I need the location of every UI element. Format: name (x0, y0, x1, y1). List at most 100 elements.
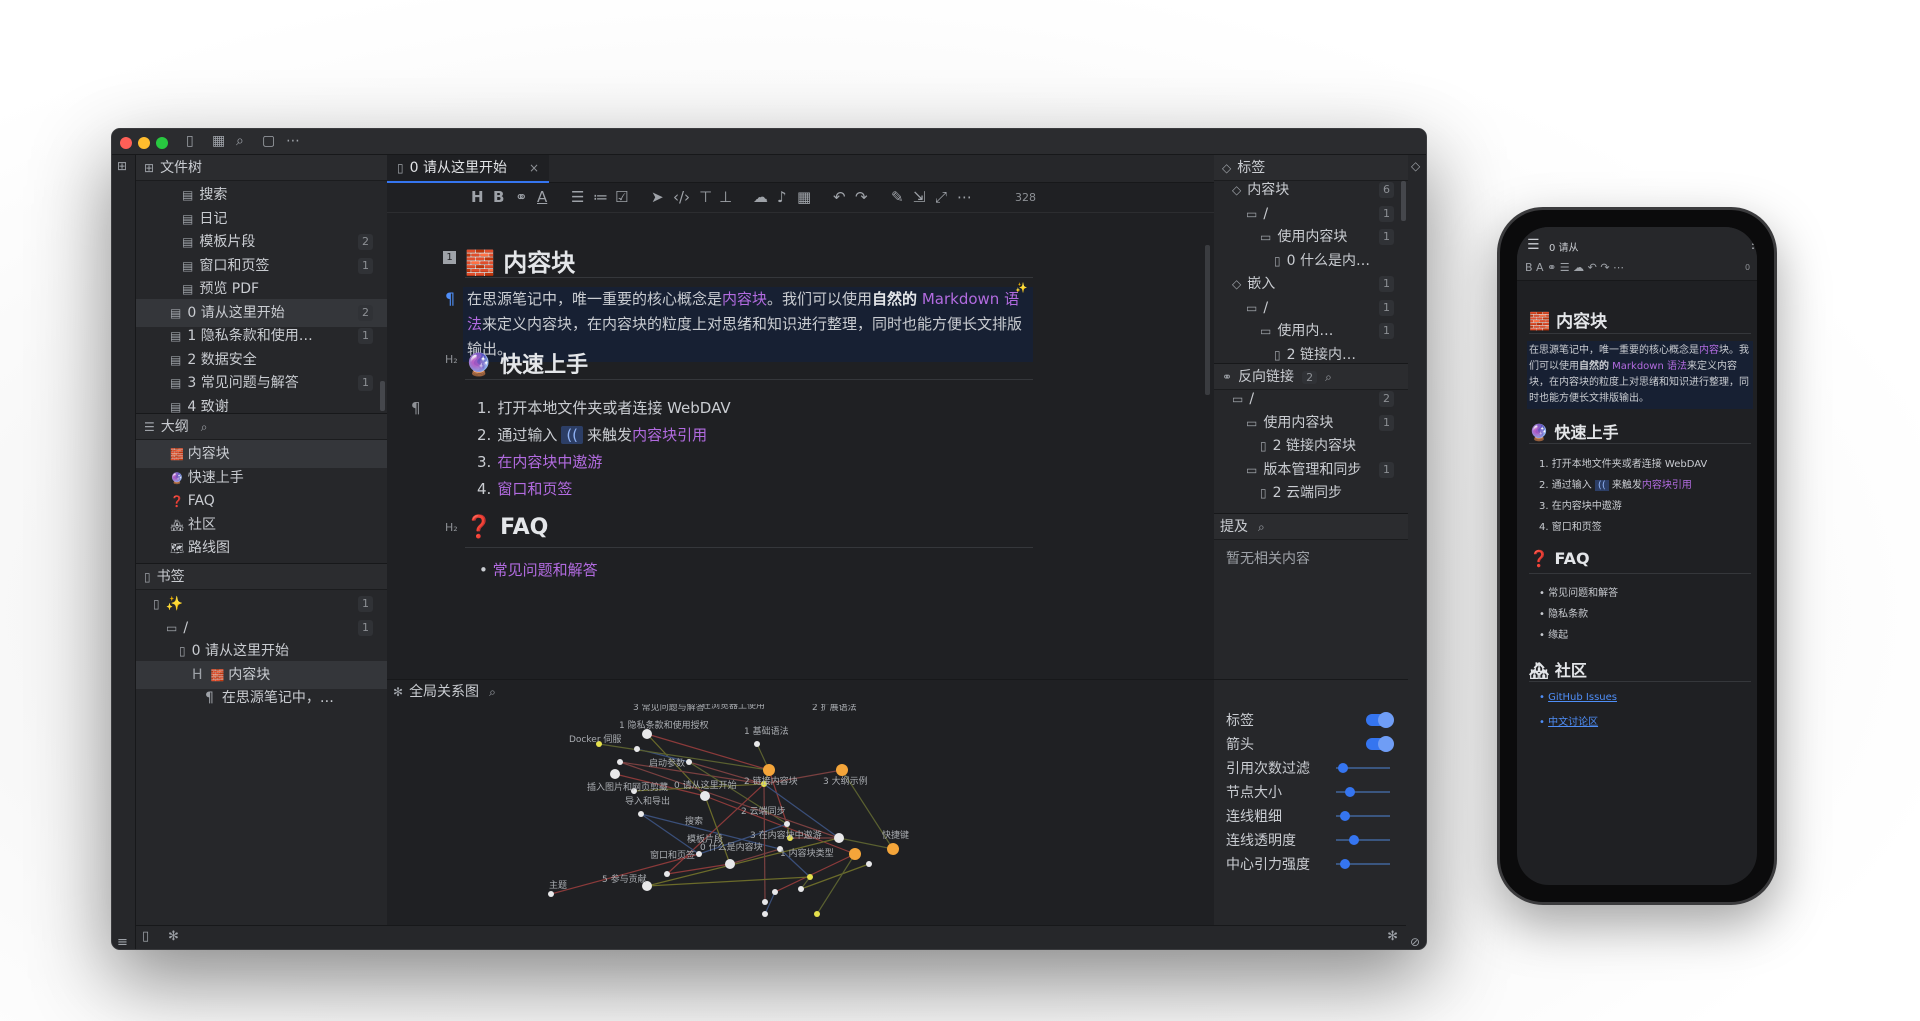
bold-icon[interactable]: B (493, 188, 504, 206)
redo-icon[interactable]: ↷ (855, 188, 868, 206)
code-icon[interactable]: ‹/› (673, 188, 690, 206)
phone-faq-item-3[interactable]: • 缘起 (1539, 626, 1568, 641)
graph-node[interactable] (866, 861, 872, 867)
phone-menu-icon[interactable]: ☰ (1527, 237, 1540, 253)
graph-slider[interactable] (1336, 811, 1390, 821)
slider-knob[interactable] (1340, 859, 1351, 869)
export-icon[interactable]: ⇲ (913, 188, 926, 206)
tags-scrollbar[interactable] (1401, 181, 1406, 221)
graph-slider[interactable] (1336, 763, 1390, 773)
upload-icon[interactable]: ☁ (753, 188, 768, 206)
settings-status-icon[interactable]: ✻ (1387, 929, 1398, 944)
tree-item[interactable]: ▯ 2 链接内… (1214, 341, 1408, 364)
arrows-toggle[interactable] (1366, 736, 1394, 752)
align-bottom-icon[interactable]: ⊥ (719, 188, 732, 206)
slider-knob[interactable] (1349, 835, 1360, 845)
phone-faq-item-1[interactable]: • 常见问题和解答 (1539, 584, 1618, 599)
graph-node[interactable] (836, 764, 848, 776)
mentions-search-icon[interactable]: ⌕ (1258, 514, 1265, 540)
tag-dock-icon[interactable]: ◇ (1411, 159, 1420, 173)
phone-forum-link[interactable]: 中文讨论区 (1548, 717, 1598, 728)
graph-node[interactable] (814, 911, 820, 917)
graph-node[interactable] (763, 764, 775, 776)
quickstart-list-item[interactable]: 3. 在内容块中遨游 (477, 451, 602, 472)
phone-list-item-3[interactable]: 3. 在内容块中遨游 (1539, 497, 1622, 512)
more-icon[interactable]: ⋯ (957, 188, 972, 206)
quickstart-list-item[interactable]: 1. 打开本地文件夹或者连接 WebDAV (477, 397, 731, 418)
microphone-icon[interactable]: ♪ (777, 188, 787, 206)
outline-item[interactable]: 🗺 路线图 (136, 534, 387, 562)
graph-node[interactable] (849, 848, 861, 860)
graph-node[interactable] (664, 871, 670, 877)
faq-link[interactable]: 常见问题和解答 (493, 561, 598, 579)
close-window-button[interactable] (120, 137, 132, 149)
undo-icon[interactable]: ↶ (833, 188, 846, 206)
slider-knob[interactable] (1344, 787, 1355, 797)
bullet-list-icon[interactable]: ☰ (571, 188, 584, 206)
graph-node[interactable] (834, 833, 844, 843)
graph-slider[interactable] (1336, 787, 1390, 797)
graph-node[interactable] (762, 899, 768, 905)
filetree-scrollbar[interactable] (380, 381, 385, 411)
graph-node[interactable] (754, 741, 760, 747)
graph-node[interactable] (617, 759, 623, 765)
graph-search-icon[interactable]: ⌕ (489, 680, 496, 704)
graph-slider[interactable] (1336, 859, 1390, 869)
faq-list-item[interactable]: • 常见问题和解答 (479, 559, 598, 580)
fullscreen-icon[interactable]: ⤢ (935, 188, 947, 206)
tree-item[interactable]: ▯ 2 云端同步 (1214, 479, 1408, 507)
quickstart-list-item[interactable]: 2. 通过输入((来触发内容块引用 (477, 424, 707, 445)
phone-paragraph[interactable]: 在思源笔记中，唯一重要的核心概念是内容块。我们可以使用自然的 Markdown … (1527, 341, 1753, 409)
font-color-icon[interactable]: A (537, 188, 547, 206)
graph-node[interactable] (772, 889, 778, 895)
graph-node[interactable] (700, 791, 710, 801)
send-icon[interactable]: ➤ (651, 188, 664, 206)
link-dock-icon[interactable]: ⊘ (1410, 935, 1420, 949)
graph-node[interactable] (807, 874, 813, 880)
files-icon[interactable]: ▯ (186, 133, 194, 149)
bookmark-status-icon[interactable]: ▯ (142, 929, 149, 944)
filetree-item[interactable]: ▤ 4 致谢 (136, 393, 387, 414)
edit-icon[interactable]: ✎ (891, 188, 904, 206)
phone-faq-item-2[interactable]: • 隐私条款 (1539, 605, 1588, 620)
phone-community-item-2[interactable]: • 中文讨论区 (1539, 713, 1598, 728)
outline-dock-icon[interactable]: ≡ (117, 935, 128, 949)
outline-search-icon[interactable]: ⌕ (201, 414, 208, 440)
editor-scrollbar[interactable] (1205, 245, 1210, 395)
list-block-marker-icon[interactable]: ¶ (411, 399, 421, 417)
more-icon[interactable]: ⋯ (286, 133, 300, 149)
heading-icon[interactable]: H (471, 188, 484, 206)
layout-icon[interactable]: ▢ (262, 133, 275, 149)
phone-github-link[interactable]: GitHub Issues (1548, 692, 1617, 703)
graph-slider[interactable] (1336, 835, 1390, 845)
graph-node[interactable] (725, 859, 735, 869)
list-link[interactable]: 内容块引用 (632, 426, 707, 444)
link-content-block[interactable]: 内容块 (722, 290, 767, 308)
align-top-icon[interactable]: ⊤ (699, 188, 712, 206)
phone-more-icon[interactable]: ⋮ (1747, 237, 1757, 251)
graph-node[interactable] (638, 811, 644, 817)
graph-node[interactable] (610, 769, 620, 779)
quickstart-list-item[interactable]: 4. 窗口和页签 (477, 478, 572, 499)
checklist-icon[interactable]: ☑ (615, 188, 628, 206)
ordered-list-icon[interactable]: ≔ (593, 188, 608, 206)
graph-node[interactable] (784, 821, 790, 827)
filetree-dock-icon[interactable]: ⊞ (117, 159, 127, 173)
phone-faq-link-3[interactable]: 缘起 (1548, 630, 1568, 641)
tab-start-here[interactable]: ▯ 0 请从这里开始 × (387, 155, 549, 183)
graph-node[interactable] (798, 886, 804, 892)
list-link[interactable]: 在内容块中遨游 (497, 453, 602, 471)
tab-close-button[interactable]: × (529, 155, 539, 181)
bookmark-item[interactable]: ¶ 在思源笔记中，… (136, 684, 387, 712)
phone-link-content[interactable]: 内容 (1699, 345, 1719, 356)
phone-link-markdown[interactable]: Markdown 语法 (1609, 361, 1687, 372)
phone-toolbar-icons[interactable]: B A ⚭ ☰ ☁ ↶ ↷ ⋯ (1525, 261, 1624, 274)
graph-node[interactable] (887, 843, 899, 855)
graph-canvas[interactable]: 3 常见问题与解答在浏览器上使用 2 扩展语法 1 隐私条款和使用授权 Docker … (387, 704, 1214, 950)
minimize-window-button[interactable] (138, 137, 150, 149)
phone-list-item-4[interactable]: 4. 窗口和页签 (1539, 518, 1602, 533)
phone-tab-label[interactable]: 0 请从 (1549, 239, 1579, 254)
graph-status-icon[interactable]: ✻ (168, 929, 179, 944)
phone-community-item-1[interactable]: • GitHub Issues (1539, 692, 1617, 703)
graph-node[interactable] (762, 911, 768, 917)
